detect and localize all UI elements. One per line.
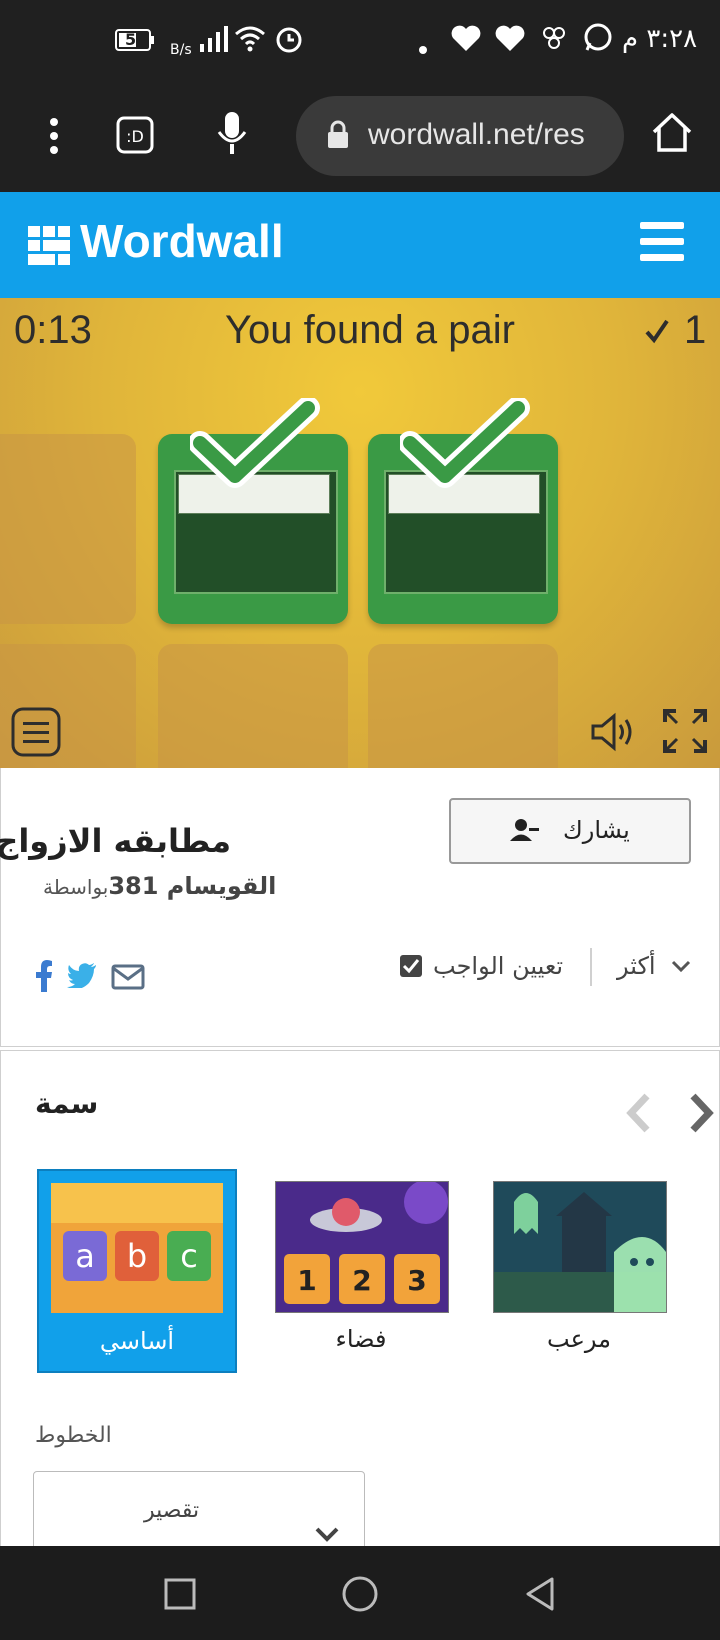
- game-message: You found a pair: [225, 308, 515, 352]
- chevron-right-icon[interactable]: [687, 1093, 717, 1137]
- game-menu-icon[interactable]: [10, 706, 62, 762]
- theme-label: أساسي: [99, 1327, 175, 1355]
- match-check-icon: [398, 396, 530, 488]
- battery-level: 54: [125, 30, 148, 49]
- assign-checkbox[interactable]: [399, 954, 423, 982]
- share-button[interactable]: يشارك: [449, 798, 691, 864]
- user-icon: [509, 818, 541, 846]
- activity-title: مطابقه الازواج: [0, 822, 231, 860]
- chevron-down-icon[interactable]: [671, 958, 691, 977]
- fullscreen-icon[interactable]: [662, 708, 708, 758]
- facebook-icon[interactable]: [35, 960, 53, 998]
- game-area: 0:13 You found a pair 1: [0, 298, 720, 768]
- url-text: wordwall.net/res: [368, 118, 585, 151]
- status-bar: 54 B/s ٣:٢٨ م: [0, 0, 720, 80]
- svg-text::D: :D: [126, 127, 144, 146]
- browser-toolbar: :D wordwall.net/res: [0, 80, 720, 192]
- microphone-icon[interactable]: [216, 110, 248, 162]
- theme-label: فضاء: [335, 1325, 387, 1353]
- clock-time: ٣:٢٨ م: [622, 24, 698, 54]
- font-select-value: تقصير: [144, 1498, 200, 1523]
- hamburger-menu-icon[interactable]: [640, 222, 684, 266]
- divider: [590, 948, 592, 986]
- author-line: القويسام 381بواسطة: [43, 872, 276, 900]
- game-score: 1: [684, 308, 707, 352]
- more-label[interactable]: أكثر: [617, 952, 656, 980]
- home-icon[interactable]: [650, 110, 694, 158]
- sound-icon[interactable]: [590, 712, 638, 756]
- by-label: بواسطة: [43, 875, 109, 899]
- card-tile[interactable]: [368, 644, 558, 768]
- brand-name[interactable]: Wordwall: [80, 214, 284, 268]
- whatsapp-icon: [582, 22, 614, 61]
- share-label: يشارك: [563, 816, 630, 844]
- theme-option-space[interactable]: 1 2 3 فضاء: [263, 1169, 459, 1369]
- theme-option-basic[interactable]: a b c أساسي: [37, 1169, 237, 1373]
- svg-text:2: 2: [352, 1264, 371, 1297]
- svg-text:3: 3: [407, 1264, 426, 1297]
- more-options-icon[interactable]: [48, 116, 60, 160]
- url-bar[interactable]: wordwall.net/res: [296, 96, 624, 176]
- email-icon[interactable]: [111, 964, 145, 996]
- alarm-icon: [274, 24, 304, 61]
- fonts-label: الخطوط: [35, 1423, 112, 1448]
- svg-text:c: c: [180, 1237, 198, 1275]
- theme-card: سمة a b c أساسي 1 2 3 فضاء مرعب الخطوط ت…: [0, 1050, 720, 1563]
- theme-preview-image: [493, 1181, 667, 1313]
- notification-dot-icon: [418, 32, 428, 62]
- card-tile[interactable]: [0, 434, 136, 624]
- theme-option-spooky[interactable]: مرعب: [481, 1169, 677, 1369]
- signal-icon: [200, 26, 230, 59]
- theme-preview-image: a b c: [51, 1183, 223, 1313]
- heart-icon: [494, 24, 526, 59]
- chevron-left-icon[interactable]: [623, 1093, 653, 1137]
- match-check-icon: [188, 396, 320, 488]
- theme-section-title: سمة: [35, 1087, 99, 1120]
- card-tile[interactable]: [158, 644, 348, 768]
- theme-preview-image: 1 2 3: [275, 1180, 449, 1313]
- game-timer: 0:13: [14, 308, 92, 352]
- heart-icon: [450, 24, 482, 59]
- site-header: Wordwall: [0, 192, 720, 298]
- recents-icon[interactable]: [164, 1578, 196, 1614]
- theme-label: مرعب: [547, 1325, 611, 1353]
- wordwall-logo-icon[interactable]: [28, 226, 70, 270]
- activity-info-card: مطابقه الازواج القويسام 381بواسطة يشارك …: [0, 768, 720, 1047]
- tab-switcher-icon[interactable]: :D: [116, 116, 156, 160]
- author-name[interactable]: القويسام 381: [108, 872, 276, 900]
- svg-text:1: 1: [297, 1264, 316, 1297]
- lock-icon: [326, 120, 350, 154]
- net-speed: B/s: [170, 42, 192, 58]
- chevron-down-icon: [314, 1526, 340, 1548]
- home-circle-icon[interactable]: [342, 1576, 378, 1616]
- checkmark-icon: [644, 318, 670, 348]
- twitter-icon[interactable]: [67, 962, 97, 994]
- assign-homework-label[interactable]: تعيين الواجب: [433, 952, 563, 980]
- svg-text:b: b: [127, 1237, 147, 1275]
- system-nav-bar: [0, 1546, 720, 1640]
- back-icon[interactable]: [524, 1576, 556, 1616]
- wifi-icon: [234, 24, 266, 59]
- svg-text:a: a: [75, 1237, 95, 1275]
- app-icon: [542, 26, 566, 57]
